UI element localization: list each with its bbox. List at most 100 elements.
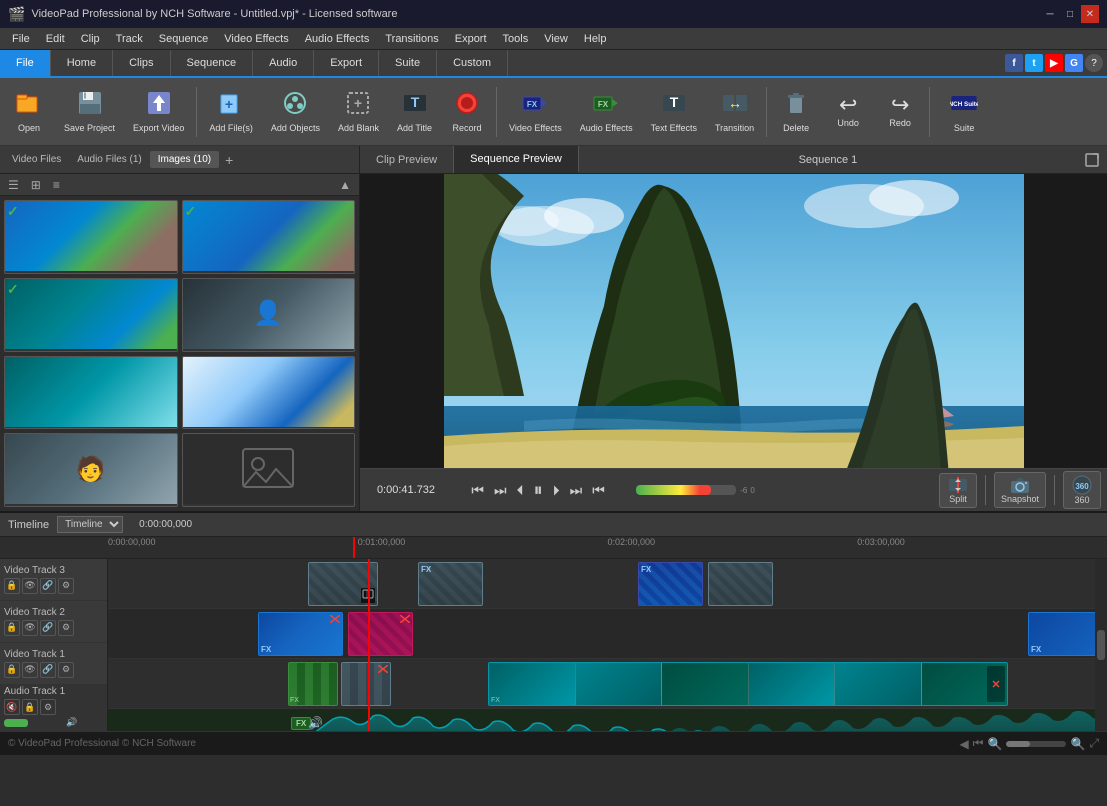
- record-button[interactable]: Record: [442, 82, 492, 142]
- video-effects-button[interactable]: FX Video Effects: [501, 82, 570, 142]
- minimize-button[interactable]: ─: [1041, 5, 1059, 23]
- media-tab-video-files[interactable]: Video Files: [4, 151, 69, 168]
- status-start-button[interactable]: ⏮: [973, 736, 984, 751]
- media-view-btn3[interactable]: ≡: [49, 176, 64, 194]
- clip-v2-2[interactable]: [348, 612, 413, 656]
- menu-transitions[interactable]: Transitions: [377, 31, 446, 47]
- transition-button[interactable]: ↔ Transition: [707, 82, 762, 142]
- menu-audio-effects[interactable]: Audio Effects: [297, 31, 378, 47]
- track1-extra-button[interactable]: ⚙: [58, 662, 74, 678]
- tab-suite[interactable]: Suite: [379, 50, 437, 76]
- menu-tools[interactable]: Tools: [495, 31, 537, 47]
- add-objects-button[interactable]: Add Objects: [263, 82, 328, 142]
- volume-track[interactable]: [636, 485, 736, 495]
- window-controls[interactable]: ─ □ ✕: [1041, 5, 1099, 23]
- tab-sequence-preview[interactable]: Sequence Preview: [454, 146, 579, 173]
- nch-suite-button[interactable]: NCH Suite Suite: [934, 82, 994, 142]
- track3-eye-button[interactable]: 👁: [22, 578, 38, 594]
- menu-track[interactable]: Track: [108, 31, 151, 47]
- skip-to-end-button[interactable]: ⏮: [588, 480, 609, 501]
- split-button[interactable]: Split: [939, 473, 977, 508]
- timeline-dropdown[interactable]: Timeline: [57, 516, 123, 533]
- tab-clips[interactable]: Clips: [113, 50, 170, 76]
- tab-export[interactable]: Export: [314, 50, 379, 76]
- status-zoom-out-button[interactable]: 🔍: [987, 737, 1002, 751]
- track3-extra-button[interactable]: ⚙: [58, 578, 74, 594]
- menu-video-effects[interactable]: Video Effects: [216, 31, 296, 47]
- save-project-button[interactable]: Save Project: [56, 82, 123, 142]
- add-files-button[interactable]: + Add File(s): [201, 82, 261, 142]
- clip-v2-3[interactable]: FX: [1028, 612, 1095, 656]
- clip-v3-2[interactable]: FX: [418, 562, 483, 606]
- media-item-3[interactable]: ✓ gopr4718.jpg: [4, 278, 178, 352]
- status-zoom-in-button[interactable]: 🔍: [1070, 737, 1085, 751]
- track1-link-button[interactable]: 🔗: [40, 662, 56, 678]
- text-effects-button[interactable]: T Text Effects: [643, 82, 705, 142]
- youtube-icon[interactable]: ▶: [1045, 54, 1063, 72]
- status-expand-button[interactable]: ⤢: [1089, 736, 1099, 751]
- track-content[interactable]: FX FX FX: [108, 559, 1095, 731]
- open-button[interactable]: Open: [4, 82, 54, 142]
- twitter-icon[interactable]: t: [1025, 54, 1043, 72]
- menu-help[interactable]: Help: [576, 31, 615, 47]
- tab-home[interactable]: Home: [51, 50, 113, 76]
- help-icon[interactable]: ?: [1085, 54, 1103, 72]
- status-prev-button[interactable]: ◀: [959, 737, 968, 751]
- export-video-button[interactable]: Export Video: [125, 82, 192, 142]
- preview-maximize-button[interactable]: [1077, 146, 1107, 173]
- zoom-slider[interactable]: [1006, 741, 1066, 747]
- menu-export[interactable]: Export: [447, 31, 495, 47]
- media-item-7[interactable]: 🧑: [4, 433, 178, 507]
- menu-sequence[interactable]: Sequence: [151, 31, 217, 47]
- track2-eye-button[interactable]: 👁: [22, 620, 38, 636]
- track1-lock-button[interactable]: 🔒: [4, 662, 20, 678]
- close-button[interactable]: ✕: [1081, 5, 1099, 23]
- snapshot-button[interactable]: Snapshot: [994, 472, 1046, 508]
- tab-clip-preview[interactable]: Clip Preview: [360, 146, 454, 173]
- media-tab-images[interactable]: Images (10): [150, 151, 219, 168]
- track3-link-button[interactable]: 🔗: [40, 578, 56, 594]
- media-item-5[interactable]: GOPR5045.jpg: [4, 356, 178, 430]
- facebook-icon[interactable]: f: [1005, 54, 1023, 72]
- media-item-4[interactable]: 👤 GOPR4829.jpg: [182, 278, 356, 352]
- add-title-button[interactable]: T Add Title: [389, 82, 440, 142]
- media-item-1[interactable]: ✓ DMqt6CIUEAAo2ET.jpg: [4, 200, 178, 274]
- clip-v3-1[interactable]: [308, 562, 378, 606]
- clip-v3-3[interactable]: FX: [638, 562, 703, 606]
- menu-edit[interactable]: Edit: [38, 31, 73, 47]
- audio1-extra-button[interactable]: ⚙: [40, 699, 56, 715]
- menu-file[interactable]: File: [4, 31, 38, 47]
- google-icon[interactable]: G: [1065, 54, 1083, 72]
- tab-sequence[interactable]: Sequence: [171, 50, 254, 76]
- menu-clip[interactable]: Clip: [73, 31, 108, 47]
- maximize-button[interactable]: □: [1061, 5, 1079, 23]
- media-item-2[interactable]: ✓ GOPR0691.jpg: [182, 200, 356, 274]
- clip-v1-2[interactable]: [341, 662, 391, 706]
- media-item-6[interactable]: img_7411.jpg: [182, 356, 356, 430]
- track2-extra-button[interactable]: ⚙: [58, 620, 74, 636]
- play-button[interactable]: ⏵: [549, 480, 564, 501]
- track2-link-button[interactable]: 🔗: [40, 620, 56, 636]
- skip-to-start-button[interactable]: ⏮: [467, 480, 488, 501]
- add-blank-button[interactable]: + Add Blank: [330, 82, 387, 142]
- fast-forward-button[interactable]: ⏭: [566, 480, 587, 501]
- clip-v3-4[interactable]: [708, 562, 773, 606]
- media-tab-audio-files[interactable]: Audio Files (1): [69, 151, 149, 168]
- delete-button[interactable]: Delete: [771, 82, 821, 142]
- pause-button[interactable]: ⏸: [530, 478, 547, 503]
- clip-v1-long[interactable]: FX: [488, 662, 1008, 706]
- clip-v1-1[interactable]: FX: [288, 662, 338, 706]
- tab-audio[interactable]: Audio: [253, 50, 314, 76]
- redo-button[interactable]: ↪ Redo: [875, 82, 925, 142]
- track2-lock-button[interactable]: 🔒: [4, 620, 20, 636]
- rewind-button[interactable]: ⏴: [513, 480, 528, 501]
- audio1-lock-button[interactable]: 🔒: [22, 699, 38, 715]
- add-media-tab-button[interactable]: +: [219, 149, 239, 171]
- audio1-mute-button[interactable]: 🔇: [4, 699, 20, 715]
- btn-360[interactable]: 360 360: [1063, 471, 1101, 509]
- track3-lock-button[interactable]: 🔒: [4, 578, 20, 594]
- clip-v2-1[interactable]: FX: [258, 612, 343, 656]
- media-item-8[interactable]: [182, 433, 356, 507]
- menu-view[interactable]: View: [536, 31, 576, 47]
- tab-custom[interactable]: Custom: [437, 50, 508, 76]
